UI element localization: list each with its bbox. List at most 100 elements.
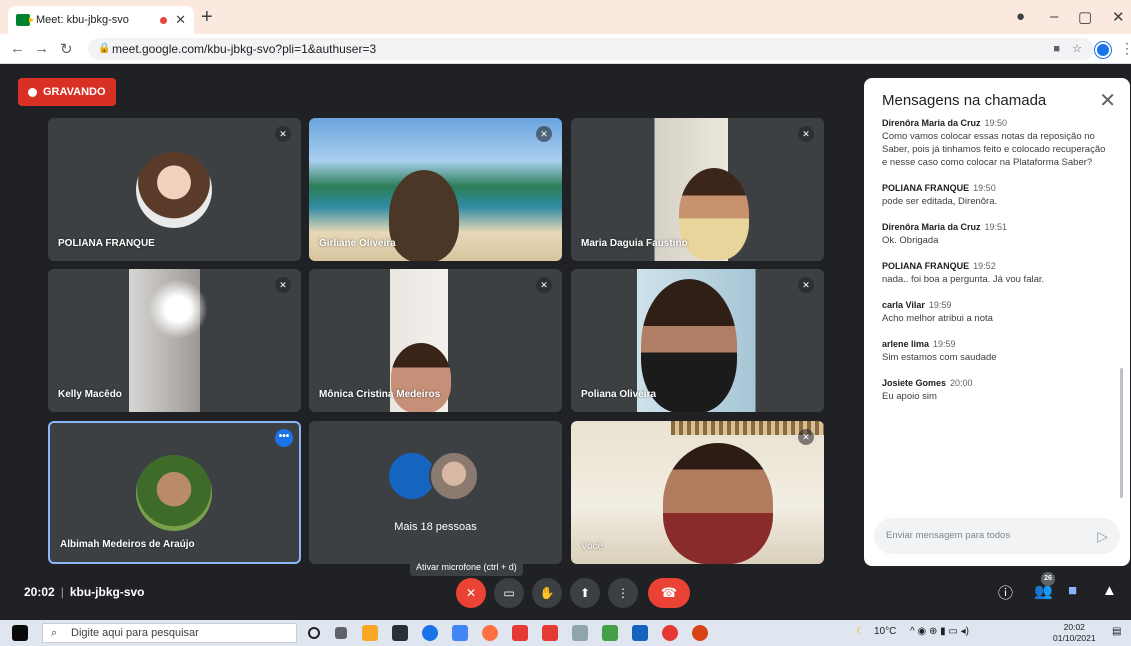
self-view-tile[interactable]: ✕ Você	[571, 421, 824, 564]
participant-tile[interactable]: ✕ Mônica Cristina Medeiros	[309, 269, 562, 412]
file-explorer-icon[interactable]	[362, 625, 378, 641]
message-text: Como vamos colocar essas notas da reposi…	[882, 131, 1106, 168]
participant-tile[interactable]: ✕ Maria Daguia Faustino	[571, 118, 824, 261]
meet-stage: GRAVANDO ✕ POLIANA FRANQUE ✕ Girliane Ol…	[0, 64, 1131, 620]
meeting-details-icon[interactable]: ⓘ	[998, 582, 1013, 603]
taskbar-search-field[interactable]: ⌕ Digite aqui para pesquisar	[42, 623, 297, 643]
chat-scrollbar[interactable]	[1120, 368, 1123, 498]
message-author: POLIANA FRANQUE	[882, 183, 970, 193]
browser-tab[interactable]: Meet: kbu-jbkg-svo ✕	[8, 6, 194, 34]
windows-taskbar: ⌕ Digite aqui para pesquisar ☾ 10°C ^ ◉ …	[0, 620, 1131, 646]
chat-panel: Mensagens na chamada ✕ Direnôra Maria da…	[864, 78, 1130, 566]
chat-message: POLIANA FRANQUE 19:52 nada.. foi boa a pe…	[882, 261, 1108, 286]
chrome-icon[interactable]	[662, 625, 678, 641]
profile-icon[interactable]: ●	[1016, 8, 1025, 25]
back-button[interactable]: ←	[10, 40, 25, 57]
store-icon[interactable]	[392, 625, 408, 641]
meet-favicon-icon	[16, 14, 34, 26]
mic-toggle-button[interactable]: ✕	[456, 578, 486, 608]
mic-muted-icon: ✕	[798, 126, 814, 142]
participant-video	[679, 168, 749, 260]
participant-name: Mônica Cristina Medeiros	[319, 389, 441, 400]
chat-input-placeholder: Enviar mensagem para todos	[886, 530, 1011, 541]
send-icon[interactable]: ▷	[1097, 518, 1108, 554]
raise-hand-button[interactable]: ✋	[532, 578, 562, 608]
message-text: Acho melhor atribui a nota	[882, 313, 993, 324]
forward-button[interactable]: →	[34, 40, 49, 57]
more-options-button[interactable]: ⋮	[608, 578, 638, 608]
message-time: 20:00	[950, 378, 973, 388]
message-time: 19:51	[984, 222, 1008, 232]
mic-tooltip: Ativar microfone (ctrl + d)	[410, 558, 523, 576]
calculator-icon[interactable]	[602, 625, 618, 641]
notifications-icon[interactable]: ▤	[1112, 626, 1121, 637]
participant-avatar	[136, 455, 212, 531]
recording-label: GRAVANDO	[43, 86, 106, 98]
mic-muted-icon: ✕	[275, 277, 291, 293]
participant-tile[interactable]: ✕ Poliana Oliveira	[571, 269, 824, 412]
clock-date: 01/10/2021	[1053, 633, 1096, 643]
office-icon[interactable]	[512, 625, 528, 641]
present-screen-button[interactable]: ⬆	[570, 578, 600, 608]
message-text: Sim estamos com saudade	[882, 352, 997, 363]
participant-name: POLIANA FRANQUE	[58, 238, 155, 249]
mic-muted-icon: ✕	[275, 126, 291, 142]
participant-tile[interactable]: ✕ Girliane Oliveira	[309, 118, 562, 261]
minimize-button[interactable]: –	[1050, 8, 1058, 25]
close-tab-icon[interactable]: ✕	[175, 12, 186, 28]
more-people-tile[interactable]: Mais 18 pessoas	[309, 421, 562, 564]
amazon-icon[interactable]	[572, 625, 588, 641]
self-video	[663, 443, 773, 564]
cortana-icon[interactable]	[308, 627, 320, 639]
end-call-button[interactable]: ☎	[648, 578, 690, 608]
temperature-label[interactable]: 10°C	[874, 626, 896, 637]
taskbar-clock[interactable]: 20:02 01/10/2021	[1053, 622, 1096, 644]
message-time: 19:59	[933, 339, 956, 349]
participant-name: Girliane Oliveira	[319, 238, 396, 249]
url-text: meet.google.com/kbu-jbkg-svo?pli=1&authu…	[112, 42, 377, 56]
reload-button[interactable]: ↻	[60, 40, 73, 58]
chat-message: POLIANA FRANQUE 19:50 pode ser editada, D…	[882, 183, 1108, 208]
new-tab-button[interactable]: +	[201, 6, 213, 28]
maximize-button[interactable]: ▢	[1078, 8, 1092, 26]
participant-video	[391, 343, 451, 412]
edge-icon[interactable]	[422, 625, 438, 641]
message-text: pode ser editada, Direnôra.	[882, 196, 998, 207]
meeting-code: kbu-jbkg-svo	[69, 585, 145, 599]
app-icon[interactable]	[452, 625, 468, 641]
windows-start-icon[interactable]	[12, 625, 28, 641]
lock-icon: 🔒	[98, 43, 111, 54]
close-chat-icon[interactable]: ✕	[1099, 88, 1116, 113]
participant-name: Maria Daguia Faustino	[581, 238, 688, 249]
camera-toggle-button[interactable]: ▭	[494, 578, 524, 608]
mic-muted-icon: ✕	[798, 429, 814, 445]
participant-name: Albimah Medeiros de Araújo	[60, 539, 195, 550]
task-view-icon[interactable]	[335, 627, 347, 639]
word-icon[interactable]	[632, 625, 648, 641]
participant-tile[interactable]: ✕ POLIANA FRANQUE	[48, 118, 301, 261]
message-time: 19:50	[984, 118, 1008, 128]
url-field[interactable]: 🔒 meet.google.com/kbu-jbkg-svo?pli=1&aut…	[88, 38, 1094, 60]
profile-avatar[interactable]	[1095, 42, 1111, 58]
close-window-button[interactable]: ✕	[1112, 8, 1125, 26]
chat-icon[interactable]: ■	[1068, 582, 1077, 599]
mic-muted-icon: ✕	[798, 277, 814, 293]
more-options-button[interactable]: •••	[275, 429, 293, 447]
firefox-icon[interactable]	[482, 625, 498, 641]
tray-icons[interactable]: ^ ◉ ⊕ ▮ ▭ ◂)	[910, 626, 969, 637]
chat-message-input[interactable]: Enviar mensagem para todos ▷	[874, 518, 1120, 554]
office-icon-2[interactable]	[542, 625, 558, 641]
activities-icon[interactable]: ▲	[1102, 582, 1117, 599]
address-bar-row: ← → ↻ 🔒 meet.google.com/kbu-jbkg-svo?pli…	[0, 34, 1131, 64]
weather-icon: ☾	[856, 626, 865, 637]
bookmark-star-icon[interactable]: ☆	[1072, 38, 1082, 60]
participant-tile[interactable]: ✕ Kelly Macêdo	[48, 269, 301, 412]
tab-title: Meet: kbu-jbkg-svo	[36, 14, 129, 26]
camera-extension-icon[interactable]: ■	[1053, 38, 1060, 60]
participant-tile-highlighted[interactable]: ••• Albimah Medeiros de Araújo	[48, 421, 301, 564]
participant-name: Kelly Macêdo	[58, 389, 122, 400]
chat-message: carla Vilar 19:59 Acho melhor atribui a n…	[882, 300, 1108, 325]
browser-menu-icon[interactable]: ⋮	[1120, 40, 1131, 57]
powerpoint-icon[interactable]	[692, 625, 708, 641]
mic-muted-icon: ✕	[536, 126, 552, 142]
